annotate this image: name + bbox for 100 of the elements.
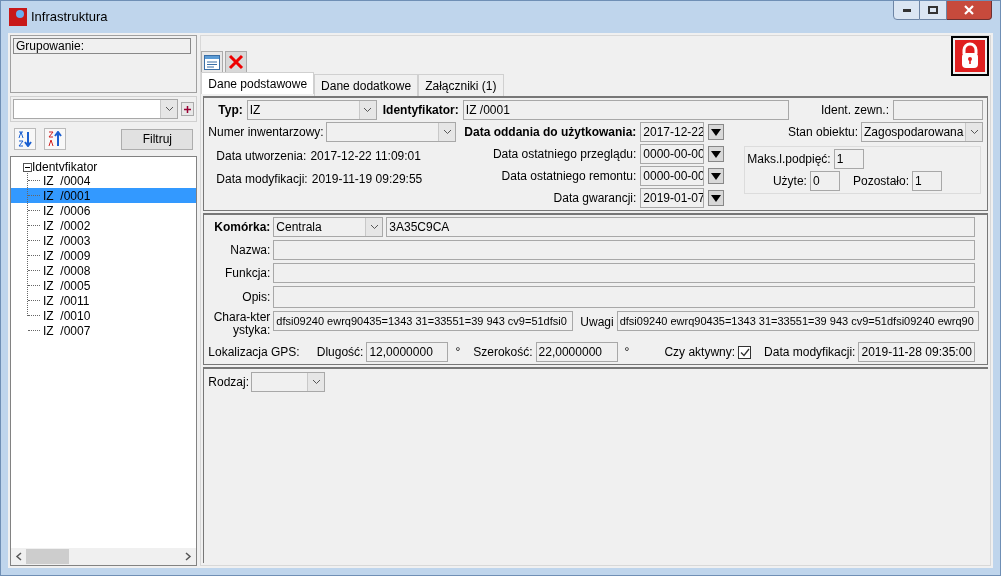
text-field[interactable]: 2019-11-28 09:35:00	[858, 342, 975, 362]
field-label: Data modyfikacji:	[764, 344, 856, 361]
text-field[interactable]	[273, 263, 975, 283]
tree-item[interactable]: IZ /0007	[11, 323, 197, 338]
field-label: Data ostatniego remontu:	[501, 168, 637, 185]
text-field[interactable]	[273, 286, 975, 308]
chevron-icon	[442, 129, 452, 135]
sort-ascending-button[interactable]	[14, 128, 36, 150]
field-label: Maks.l.podpięć:	[747, 151, 831, 168]
combo-box[interactable]: Centrala	[273, 217, 384, 237]
field-label: Rodzaj:	[208, 374, 249, 391]
delete-icon	[228, 54, 245, 70]
field-label: Użyte:	[772, 173, 807, 190]
app-logo-icon	[9, 8, 27, 26]
active-checkbox[interactable]	[738, 345, 752, 359]
tree-root-label[interactable]: Identvfikator	[32, 161, 98, 173]
chevron-icon	[363, 107, 373, 113]
date-picker-button[interactable]	[708, 168, 725, 184]
degree-unit: °	[455, 344, 461, 361]
field-label: Nazwa:	[230, 243, 271, 257]
tab[interactable]: Dane dodatkowe	[314, 74, 419, 96]
tree-connector	[28, 240, 40, 241]
chevron-icon	[311, 379, 321, 385]
sort-ascending-icon	[17, 131, 33, 147]
text-field[interactable]: dfsi09240 ewrq90435=1343 31=33551=39 943 cv9=51dfsi09240 ewrq90	[616, 311, 979, 331]
field-label: Dlugość:	[316, 344, 364, 361]
field-label: Szerokość:	[473, 344, 533, 361]
maximize-button[interactable]	[920, 1, 947, 20]
tree-toggle[interactable]	[23, 162, 32, 172]
tree-item[interactable]: IZ /0008	[11, 263, 197, 278]
text-field[interactable]: 3A35C9CA	[386, 217, 975, 237]
tab[interactable]: Załączniki (1)	[418, 74, 504, 96]
date-field[interactable]: 0000-00-00	[640, 144, 705, 164]
triangle-down-icon	[711, 150, 722, 158]
tree-item[interactable]: IZ /0006	[11, 203, 197, 218]
degree-unit: °	[624, 344, 630, 361]
field-label: Pozostało:	[852, 173, 909, 190]
date-picker-button[interactable]	[708, 190, 725, 206]
tree-item[interactable]: IZ /0009	[11, 248, 197, 263]
tree-connector	[28, 195, 40, 196]
scrollbar-thumb[interactable]	[26, 549, 69, 564]
text-field[interactable]: 1	[912, 171, 942, 191]
date-picker-button[interactable]	[708, 146, 725, 162]
lock-button[interactable]	[951, 36, 989, 76]
add-button[interactable]	[181, 102, 195, 116]
plus-icon	[184, 105, 192, 113]
date-field[interactable]: 2019-01-07	[640, 188, 705, 208]
field-label: Data utworzenia:	[216, 148, 307, 165]
close-button[interactable]	[947, 1, 992, 20]
external-id-field[interactable]	[893, 100, 983, 120]
tree-connector	[28, 315, 40, 316]
chevron-icon	[969, 129, 979, 135]
text-field[interactable]: IZ /0001	[462, 100, 789, 120]
field-label: Data oddania do użytkowania:	[464, 124, 637, 141]
scroll-left-icon[interactable]	[15, 552, 22, 561]
scroll-right-icon[interactable]	[185, 552, 193, 561]
text-field[interactable]: 1	[833, 149, 864, 169]
tree-item[interactable]: IZ /0002	[11, 218, 197, 233]
triangle-down-icon	[711, 194, 722, 202]
text-field[interactable]: dfsi09240 ewrq90435=1343 31=33551=39 943 cv9=51dfsi0	[273, 311, 574, 331]
text-field[interactable]: 22,0000000	[535, 342, 618, 362]
tree-connector	[28, 180, 40, 181]
text-field[interactable]: 12,0000000	[366, 342, 449, 362]
tab[interactable]: Dane podstawowe	[201, 72, 315, 94]
field-label: Opis:	[242, 290, 271, 304]
tree-item[interactable]: IZ /0011	[11, 293, 197, 308]
field-label: Ident. zewn.:	[820, 102, 889, 119]
form-view-button[interactable]	[201, 51, 224, 73]
text-field[interactable]	[273, 240, 975, 260]
tree-item[interactable]: IZ /0010	[11, 308, 197, 323]
field-label: Lokalizacja GPS:	[208, 344, 300, 361]
field-label: Typ:	[218, 102, 243, 119]
date-picker-button[interactable]	[708, 124, 725, 140]
sort-descending-button[interactable]	[44, 128, 66, 150]
text-field[interactable]: 0	[809, 171, 840, 191]
tree-item[interactable]: IZ /0001	[11, 188, 197, 203]
tree-item[interactable]: IZ /0003	[11, 233, 197, 248]
combo-box[interactable]: Zagospodarowana	[861, 122, 983, 142]
tree-connector	[28, 270, 40, 271]
combo-box[interactable]: IZ	[246, 100, 377, 120]
date-value: 2017-12-22 11:09:01	[310, 148, 421, 165]
check-icon	[739, 347, 750, 357]
field-label: Data modyfikacji:	[216, 171, 308, 188]
filter-button[interactable]: Filtruj	[121, 128, 194, 150]
field-label: Funkcja:	[224, 266, 271, 280]
field-label: Uwagi	[580, 314, 614, 331]
tree-item[interactable]: IZ /0005	[11, 278, 197, 293]
delete-button[interactable]	[225, 51, 248, 73]
tree-connector	[28, 255, 40, 256]
tree-connector	[28, 300, 40, 301]
tree-item[interactable]: IZ /0004	[11, 173, 197, 188]
tree-connector	[28, 225, 40, 226]
field-label: Data gwarancji:	[553, 190, 637, 207]
triangle-down-icon	[711, 128, 722, 136]
minimize-button[interactable]	[893, 1, 920, 20]
date-field[interactable]: 0000-00-00	[640, 166, 705, 186]
chevron-icon	[164, 106, 174, 112]
date-field[interactable]: 2017-12-22	[640, 122, 705, 142]
tree-connector	[28, 285, 40, 286]
close-icon	[964, 5, 974, 15]
